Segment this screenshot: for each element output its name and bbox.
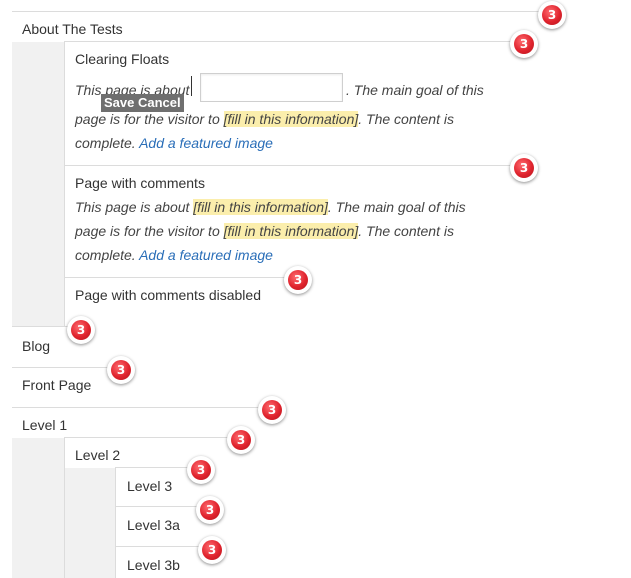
row-separator [12,407,272,408]
indent-line-level2 [115,468,116,578]
indent-gutter-about [12,42,64,326]
count-badge-number: 3 [202,540,222,560]
description-text: page is for the visitor to [75,223,220,239]
description-text: complete. [75,135,136,151]
text-cursor [191,76,192,96]
save-button[interactable]: Save [104,95,134,110]
count-badge-number: 3 [71,320,91,340]
description-text: . The main goal of this [327,199,466,215]
indent-gutter-level1 [12,438,64,578]
count-badge[interactable]: 3 [510,30,538,58]
inline-edit-input[interactable] [200,73,343,102]
count-badge[interactable]: 3 [196,496,224,524]
description-text: page is for the visitor to [75,111,220,127]
page-title-level-2[interactable]: Level 2 [75,447,120,464]
cancel-button[interactable]: Cancel [138,95,181,110]
page-description-comments-line1: This page is about [fill in this informa… [75,195,515,219]
page-title-blog[interactable]: Blog [22,338,50,355]
row-separator [12,367,120,368]
count-badge[interactable]: 3 [227,426,255,454]
row-separator [64,437,240,438]
add-featured-image-link[interactable]: Add a featured image [139,135,273,151]
count-badge-number: 3 [514,34,534,54]
fill-in-placeholder[interactable]: [fill in this information] [223,223,359,239]
page-description-clearing-floats-cont: . The main goal of this [346,78,484,102]
page-description-comments-line2: page is for the visitor to [fill in this… [75,219,515,243]
count-badge-number: 3 [542,5,562,25]
count-badge[interactable]: 3 [67,316,95,344]
count-badge[interactable]: 3 [258,396,286,424]
page-title-about-the-tests[interactable]: About The Tests [22,21,123,38]
fill-in-placeholder[interactable]: [fill in this information] [193,199,328,215]
row-separator [12,11,552,12]
row-separator [64,165,524,166]
page-description-clearing-floats-line3: complete. Add a featured image [75,131,515,155]
description-text: This page is about [75,199,190,215]
description-text: . The main goal of this [346,82,484,98]
indent-line-about [64,42,65,326]
page-title-level-3[interactable]: Level 3 [127,478,172,495]
count-badge[interactable]: 3 [538,1,566,29]
count-badge-number: 3 [262,400,282,420]
add-featured-image-link[interactable]: Add a featured image [139,247,273,263]
description-text: complete. [75,247,136,263]
description-text: . The content is [358,223,454,239]
row-separator [115,546,211,547]
page-description-comments-line3: complete. Add a featured image [75,243,515,267]
count-badge[interactable]: 3 [510,154,538,182]
fill-in-placeholder[interactable]: [fill in this information] [223,111,359,127]
page-title-clearing-floats[interactable]: Clearing Floats [75,51,169,68]
page-title-level-3b[interactable]: Level 3b [127,557,180,574]
count-badge-number: 3 [200,500,220,520]
count-badge-number: 3 [231,430,251,450]
page-title-page-with-comments-disabled[interactable]: Page with comments disabled [75,287,261,304]
count-badge[interactable]: 3 [198,536,226,564]
count-badge[interactable]: 3 [107,356,135,384]
page-title-front-page[interactable]: Front Page [22,377,91,394]
count-badge-number: 3 [514,158,534,178]
count-badge-number: 3 [288,270,308,290]
page-title-level-3a[interactable]: Level 3a [127,517,180,534]
page-title-level-1[interactable]: Level 1 [22,417,67,434]
count-badge-number: 3 [111,360,131,380]
count-badge[interactable]: 3 [284,266,312,294]
row-separator [115,506,209,507]
indent-gutter-level2 [65,468,115,578]
inline-edit-buttons: Save Cancel [101,94,184,112]
count-badge-number: 3 [191,460,211,480]
description-text: . The content is [358,111,454,127]
count-badge[interactable]: 3 [187,456,215,484]
row-separator [64,41,524,42]
row-separator [64,277,298,278]
page-title-page-with-comments[interactable]: Page with comments [75,175,205,192]
